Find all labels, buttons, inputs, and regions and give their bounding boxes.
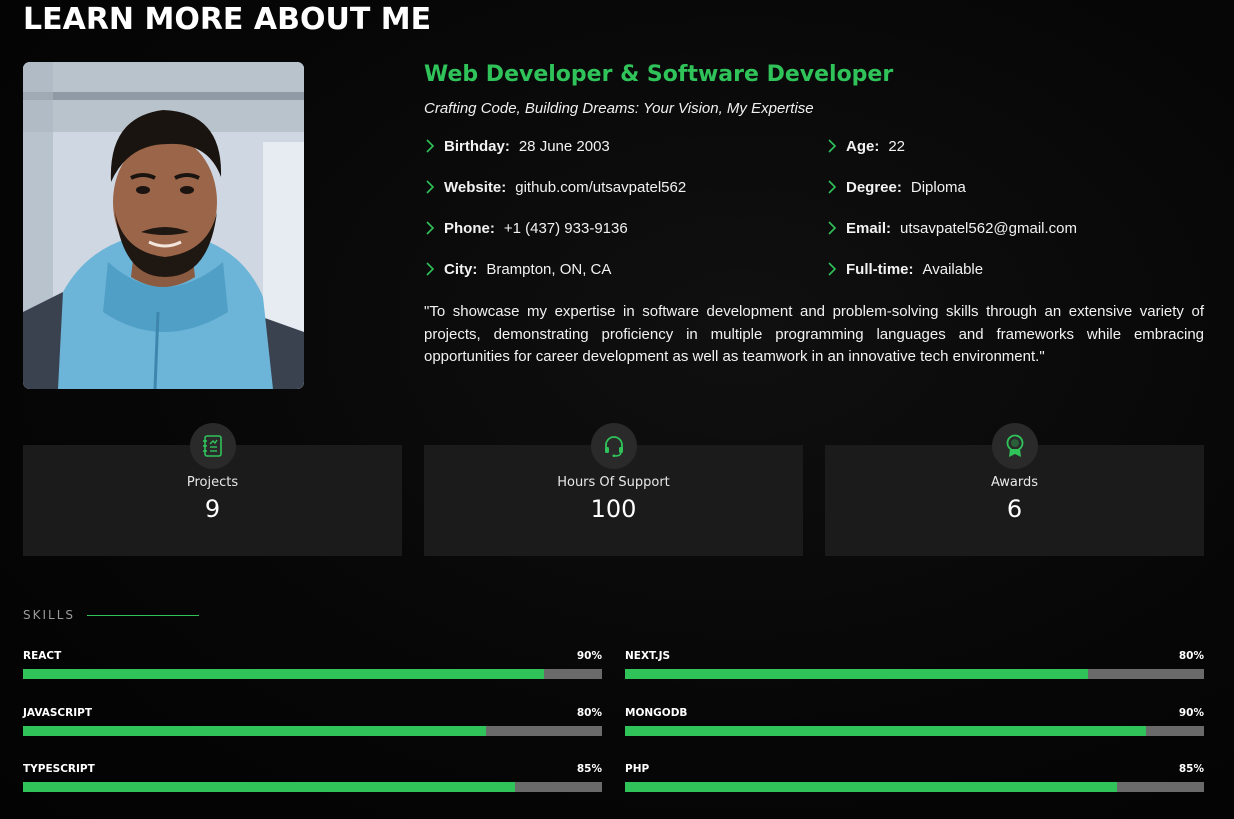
fact-value: 22 <box>888 137 906 155</box>
heading-divider <box>87 614 200 616</box>
fact-value: Available <box>922 260 984 278</box>
skill-percent: 90% <box>576 650 602 662</box>
chevron-right-icon <box>828 180 837 194</box>
counter-value: 9 <box>204 495 221 523</box>
skill-bar-javascript: JAVASCRIPT 80% <box>23 707 602 747</box>
personal-facts: Birthday: 28 June 2003 Age: 22 Website: … <box>424 136 1204 279</box>
fact-value: +1 (437) 933-9136 <box>503 219 628 237</box>
objective-text: "To showcase my expertise in software de… <box>424 303 1204 365</box>
progress-track <box>625 669 1204 679</box>
fact-value: Diploma <box>910 178 966 196</box>
counter-hours-support: Hours Of Support 100 <box>424 423 803 556</box>
fact-key: City: <box>444 260 478 278</box>
fact-website: Website: github.com/utsavpatel562 <box>424 177 826 197</box>
counter-label: Hours Of Support <box>557 475 670 490</box>
fact-birthday: Birthday: 28 June 2003 <box>424 136 826 156</box>
chevron-right-icon <box>426 221 435 235</box>
skill-name: MONGODB <box>625 707 688 719</box>
progress-fill <box>625 669 1089 679</box>
about-section: LEARN MORE ABOUT ME Web Developer & Soft… <box>0 0 1234 819</box>
chevron-right-icon <box>828 221 837 235</box>
fact-email: Email: utsavpatel562@gmail.com <box>826 218 1204 238</box>
fact-key: Age: <box>846 137 880 155</box>
fact-city: City: Brampton, ON, CA <box>424 259 826 279</box>
skill-bar-php: PHP 85% <box>625 763 1204 803</box>
skill-name: REACT <box>23 650 62 662</box>
chevron-right-icon <box>426 139 435 153</box>
skill-bar-nextjs: NEXT.JS 80% <box>625 650 1204 690</box>
fact-fulltime: Full-time: Available <box>826 259 1204 279</box>
fact-key: Birthday: <box>444 137 510 155</box>
skill-percent: 90% <box>1178 707 1204 719</box>
skill-percent: 80% <box>1178 650 1204 662</box>
progress-track <box>23 782 602 792</box>
counter-value: 6 <box>1006 495 1023 523</box>
headset-icon <box>590 423 637 469</box>
website-link[interactable]: github.com/utsavpatel562 <box>515 179 686 196</box>
award-ribbon-icon <box>991 423 1038 469</box>
section-title: LEARN MORE ABOUT ME <box>23 2 432 37</box>
skill-name: JAVASCRIPT <box>23 707 92 719</box>
counter-label: Awards <box>990 475 1039 490</box>
skill-name: PHP <box>625 763 650 775</box>
chevron-right-icon <box>828 139 837 153</box>
fact-key: Degree: <box>846 178 902 196</box>
role-title: Web Developer & Software Developer <box>424 62 894 87</box>
skills-heading-text: SKILLS <box>23 608 76 622</box>
fact-key: Phone: <box>444 219 495 237</box>
fact-key: Email: <box>846 219 892 237</box>
fact-key: Website: <box>444 178 507 196</box>
progress-fill <box>625 726 1147 736</box>
skill-bar-typescript: TYPESCRIPT 85% <box>23 763 602 803</box>
skill-percent: 80% <box>576 707 602 719</box>
fact-value: Brampton, ON, CA <box>486 260 612 278</box>
skill-name: TYPESCRIPT <box>23 763 95 775</box>
skill-percent: 85% <box>576 763 602 775</box>
email-link[interactable]: utsavpatel562@gmail.com <box>900 220 1077 237</box>
skill-percent: 85% <box>1178 763 1204 775</box>
counter-label: Projects <box>186 475 239 490</box>
skill-name: NEXT.JS <box>625 650 671 662</box>
fact-phone: Phone: +1 (437) 933-9136 <box>424 218 826 238</box>
skill-bar-mongodb: MONGODB 90% <box>625 707 1204 747</box>
fact-degree: Degree: Diploma <box>826 177 1204 197</box>
progress-track <box>23 726 602 736</box>
progress-track <box>625 782 1204 792</box>
tagline: Crafting Code, Building Dreams: Your Vis… <box>424 100 814 117</box>
chevron-right-icon <box>426 262 435 276</box>
progress-fill <box>23 726 487 736</box>
progress-fill <box>23 669 545 679</box>
chevron-right-icon <box>828 262 837 276</box>
progress-track <box>625 726 1204 736</box>
skill-bar-react: REACT 90% <box>23 650 602 690</box>
fact-value: 28 June 2003 <box>518 137 610 155</box>
progress-fill <box>23 782 516 792</box>
fact-key: Full-time: <box>846 260 914 278</box>
progress-track <box>23 669 602 679</box>
fact-age: Age: 22 <box>826 136 1204 156</box>
progress-fill <box>625 782 1118 792</box>
counter-value: 100 <box>590 495 637 523</box>
profile-photo <box>23 62 304 389</box>
counter-awards: Awards 6 <box>825 423 1204 556</box>
skills-heading: SKILLS <box>23 608 200 622</box>
document-list-icon <box>189 423 236 469</box>
counter-projects: Projects 9 <box>23 423 402 556</box>
chevron-right-icon <box>426 180 435 194</box>
